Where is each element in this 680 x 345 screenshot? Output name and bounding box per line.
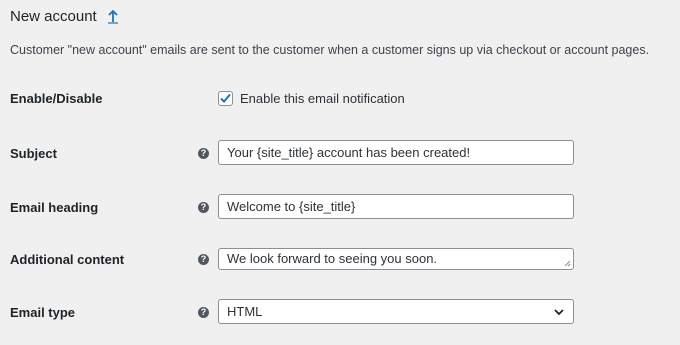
arrow-up-icon[interactable] xyxy=(107,9,119,24)
checkmark-icon xyxy=(220,93,231,103)
heading-label: Email heading xyxy=(10,200,99,215)
chevron-down-icon xyxy=(554,308,564,315)
type-label: Email type xyxy=(10,305,76,320)
help-icon[interactable]: ? xyxy=(198,307,209,318)
heading-input[interactable]: Welcome to {site_title} xyxy=(218,194,574,219)
enable-checkbox-label[interactable]: Enable this email notification xyxy=(240,91,405,106)
subject-input[interactable]: Your {site_title} account has been creat… xyxy=(218,140,574,165)
email-type-select[interactable]: HTML xyxy=(218,299,574,324)
additional-textarea[interactable]: We look forward to seeing you soon. xyxy=(218,248,574,270)
help-icon[interactable]: ? xyxy=(198,148,209,159)
resize-grip-icon[interactable] xyxy=(564,260,571,267)
help-icon[interactable]: ? xyxy=(198,202,209,213)
page-header: New account xyxy=(10,8,119,25)
subject-label: Subject xyxy=(10,146,57,161)
email-type-value: HTML xyxy=(227,304,263,319)
page-description: Customer "new account" emails are sent t… xyxy=(10,43,650,57)
additional-label: Additional content xyxy=(10,252,125,267)
enable-label: Enable/Disable xyxy=(10,91,103,106)
additional-text: We look forward to seeing you soon. xyxy=(227,251,438,266)
page-title: New account xyxy=(10,8,97,25)
help-icon[interactable]: ? xyxy=(198,254,209,265)
enable-checkbox[interactable] xyxy=(218,91,233,106)
